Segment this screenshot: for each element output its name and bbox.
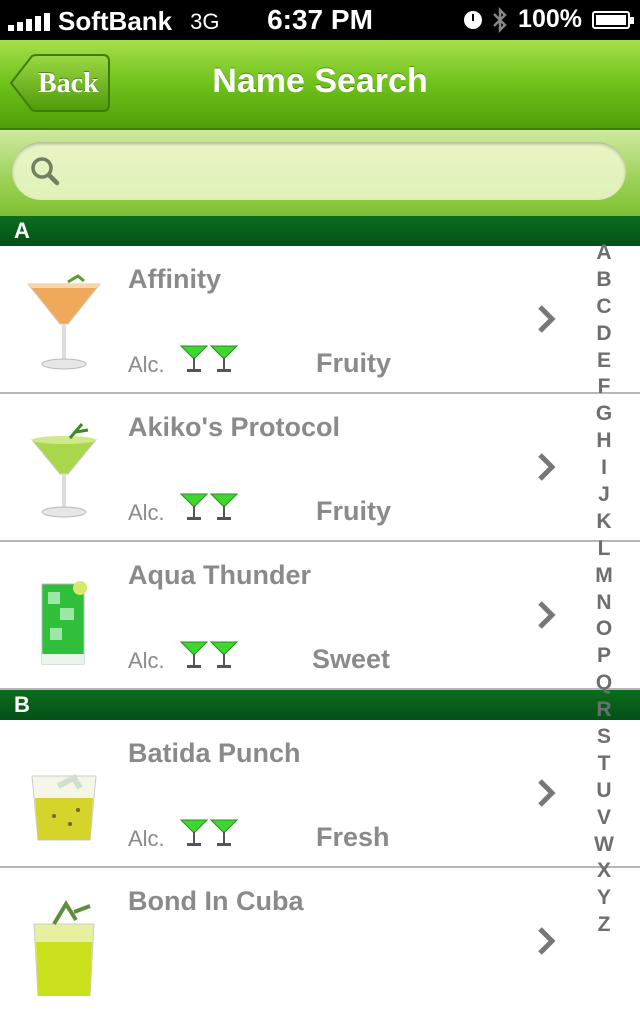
list-item[interactable]: Aqua Thunder Alc. Sweet	[0, 542, 640, 690]
search-bar	[0, 130, 640, 216]
index-letter[interactable]: F	[588, 374, 620, 401]
index-letter[interactable]: H	[588, 428, 620, 455]
drink-name: Bond In Cuba	[128, 886, 304, 916]
index-letter[interactable]: E	[588, 348, 620, 375]
drink-name: Aqua Thunder	[128, 560, 311, 590]
chevron-right-icon	[538, 779, 556, 807]
chevron-right-icon	[538, 305, 556, 333]
alcohol-label: Alc.	[128, 352, 165, 377]
alcohol-level	[180, 492, 238, 522]
drink-image	[26, 274, 102, 370]
alcohol-label: Alc.	[128, 500, 165, 525]
index-letter[interactable]: R	[588, 697, 620, 724]
index-letter[interactable]: N	[588, 590, 620, 617]
martini-glass-icon	[180, 819, 208, 846]
drink-name: Akiko's Protocol	[128, 412, 340, 442]
index-letter[interactable]: M	[588, 563, 620, 590]
battery-percent: 100%	[518, 5, 582, 33]
index-letter[interactable]: X	[588, 858, 620, 885]
taste-label: Sweet	[312, 644, 391, 674]
index-letter[interactable]: V	[588, 805, 620, 832]
battery-icon	[592, 10, 634, 29]
chevron-right-icon	[538, 927, 556, 955]
alcohol-level	[180, 640, 238, 670]
navigation-bar: Back Name Search	[0, 40, 640, 130]
martini-glass-icon	[210, 819, 238, 846]
section-index[interactable]: A B C D E F G H I J K L M N O P Q R S T …	[588, 240, 620, 939]
martini-glass-icon	[180, 345, 208, 372]
alcohol-level	[180, 344, 238, 374]
bluetooth-icon	[493, 6, 507, 33]
section-header-a: A	[0, 216, 640, 246]
search-input[interactable]	[12, 142, 626, 200]
drink-image	[31, 774, 97, 841]
chevron-right-icon	[538, 601, 556, 629]
drink-name: Affinity	[128, 264, 221, 294]
index-letter[interactable]: U	[588, 778, 620, 805]
index-letter[interactable]: J	[588, 482, 620, 509]
index-letter[interactable]: I	[588, 455, 620, 482]
alcohol-label: Alc.	[128, 826, 165, 851]
index-letter[interactable]: B	[588, 267, 620, 294]
list-item[interactable]: Affinity Alc. Fruity	[0, 246, 640, 394]
drink-image	[33, 900, 95, 996]
index-letter[interactable]: T	[588, 751, 620, 778]
list-item[interactable]: Batida Punch Alc. Fresh	[0, 720, 640, 868]
index-letter[interactable]: P	[588, 643, 620, 670]
section-header-b: B	[0, 690, 640, 720]
list-item[interactable]: Bond In Cuba	[0, 868, 640, 1014]
index-letter[interactable]: K	[588, 509, 620, 536]
index-letter[interactable]: A	[588, 240, 620, 267]
martini-glass-icon	[180, 641, 208, 668]
status-bar: SoftBank 3G 6:37 PM 100%	[0, 0, 640, 40]
index-letter[interactable]: Q	[588, 670, 620, 697]
index-letter[interactable]: D	[588, 321, 620, 348]
status-right: 100%	[464, 5, 634, 34]
index-letter[interactable]: G	[588, 401, 620, 428]
alarm-clock-icon	[464, 10, 483, 29]
index-letter[interactable]: W	[588, 832, 620, 859]
page-title: Name Search	[212, 62, 428, 100]
index-letter[interactable]: S	[588, 724, 620, 751]
list-item[interactable]: Akiko's Protocol Alc. Fruity	[0, 394, 640, 542]
index-letter[interactable]: L	[588, 536, 620, 563]
drink-image	[41, 581, 87, 665]
drink-image	[30, 423, 98, 518]
drink-name: Batida Punch	[128, 738, 301, 768]
martini-glass-icon	[210, 345, 238, 372]
index-letter[interactable]: C	[588, 294, 620, 321]
martini-glass-icon	[210, 493, 238, 520]
index-letter[interactable]: O	[588, 616, 620, 643]
martini-glass-icon	[180, 493, 208, 520]
alcohol-level	[180, 818, 238, 848]
chevron-right-icon	[538, 453, 556, 481]
index-letter[interactable]: Y	[588, 885, 620, 912]
alcohol-label: Alc.	[128, 648, 165, 673]
taste-label: Fruity	[316, 348, 392, 378]
taste-label: Fruity	[316, 496, 392, 526]
search-icon	[31, 157, 60, 186]
martini-glass-icon	[210, 641, 238, 668]
index-letter[interactable]: Z	[588, 912, 620, 939]
taste-label: Fresh	[316, 822, 390, 852]
